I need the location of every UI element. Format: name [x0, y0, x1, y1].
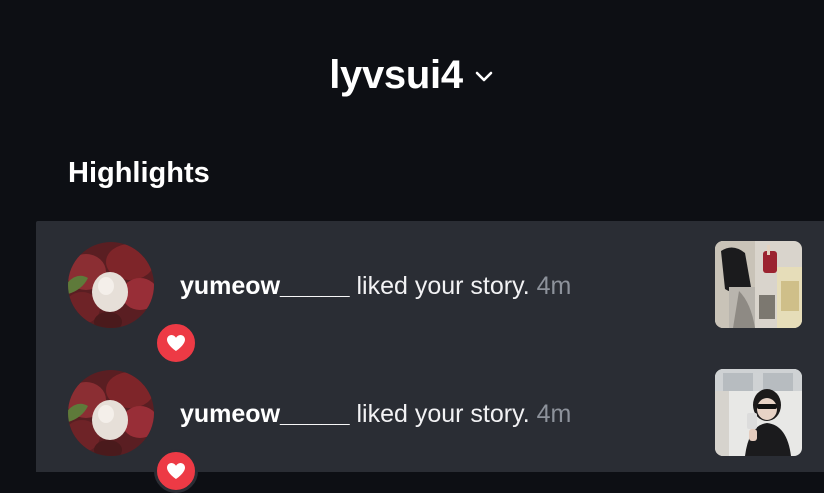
- notification-list: yumeow_____ liked your story. 4m yumeow_…: [36, 221, 824, 493]
- heart-icon: [167, 463, 185, 479]
- notification-username[interactable]: yumeow_____: [180, 400, 350, 428]
- chevron-down-icon: [473, 65, 495, 87]
- notification-row[interactable]: yumeow_____ liked your story. 4m: [36, 349, 824, 493]
- heart-badge: [154, 449, 198, 493]
- notification-username[interactable]: yumeow_____: [180, 272, 350, 300]
- top-header: lyvsui4: [0, 40, 824, 110]
- notification-action: liked your story.: [349, 272, 537, 300]
- avatar-group[interactable]: [68, 370, 198, 493]
- notification-text: yumeow_____ liked your story. 4m: [180, 268, 571, 304]
- notification-row[interactable]: yumeow_____ liked your story. 4m: [36, 221, 824, 365]
- story-thumbnail[interactable]: [715, 369, 802, 456]
- notification-action: liked your story.: [349, 400, 537, 428]
- notification-time: 4m: [536, 400, 572, 428]
- avatar[interactable]: [68, 242, 154, 328]
- section-title: Highlights: [68, 157, 210, 189]
- account-switcher[interactable]: lyvsui4: [329, 55, 495, 95]
- account-username: lyvsui4: [329, 53, 463, 97]
- story-thumbnail[interactable]: [715, 241, 802, 328]
- notification-text: yumeow_____ liked your story. 4m: [180, 396, 571, 432]
- avatar-group[interactable]: [68, 242, 198, 365]
- notification-time: 4m: [536, 272, 572, 300]
- avatar[interactable]: [68, 370, 154, 456]
